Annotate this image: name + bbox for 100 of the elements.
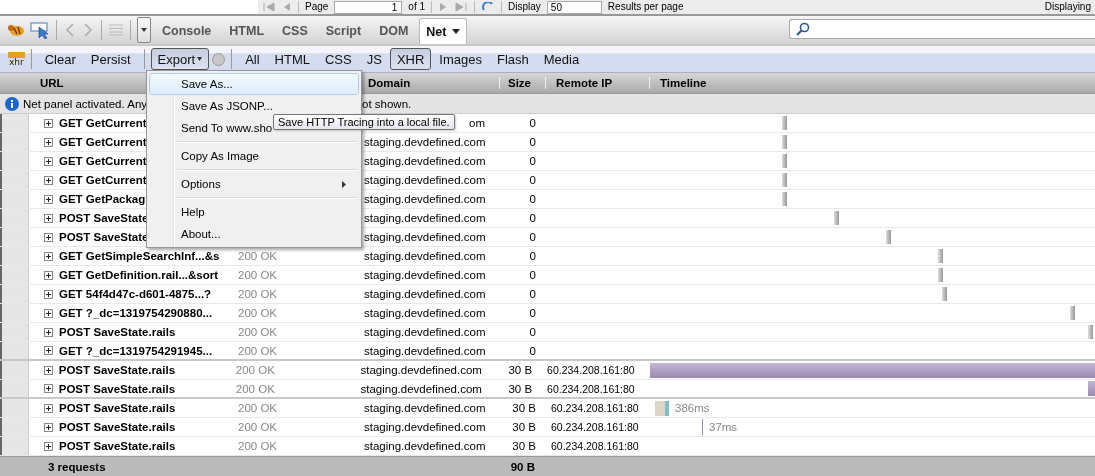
refresh-icon[interactable] — [481, 2, 496, 12]
remote-ip-text: 60.234.208.161:80 — [547, 382, 635, 395]
search-field[interactable] — [789, 19, 1095, 39]
panel-tab[interactable]: Script — [318, 18, 369, 44]
filter-button[interactable]: JS — [359, 48, 389, 70]
request-row[interactable]: POST SaveState.rails 200 OK staging.devdefined.com 30 B 60.234.208.161:80 — [0, 361, 1095, 380]
expand-icon[interactable] — [44, 403, 53, 413]
size-text: 0 — [529, 117, 536, 129]
request-url[interactable]: POST SaveState.rails — [58, 382, 176, 395]
request-row[interactable]: GET GetDefinition.rail...&sort 200 OK staging.devdefined.com 0 — [0, 266, 1095, 285]
expand-icon[interactable] — [44, 175, 53, 185]
request-url[interactable]: GET GetPackag — [59, 193, 146, 205]
cursor-icon[interactable] — [30, 21, 50, 39]
expand-icon[interactable] — [44, 232, 53, 242]
domain-text: staging.devdefined.com — [364, 440, 486, 452]
expand-icon[interactable] — [43, 384, 53, 393]
expand-icon[interactable] — [44, 137, 53, 147]
circle-icon — [212, 52, 226, 66]
panel-tab[interactable]: Net — [419, 18, 467, 44]
filter-button[interactable]: All — [238, 48, 267, 70]
expand-icon[interactable] — [44, 289, 53, 299]
size-text: 0 — [529, 288, 536, 300]
column-header[interactable]: Size — [499, 77, 545, 89]
request-url[interactable]: GET GetCurrent — [59, 136, 147, 148]
request-url[interactable]: GET ?_dc=1319754291945... — [59, 344, 213, 357]
toolbar-button[interactable]: Persist — [83, 48, 138, 70]
request-url[interactable]: POST SaveState — [59, 231, 149, 243]
expand-icon[interactable] — [44, 441, 53, 451]
request-url[interactable]: GET 54f4d47c-d601-4875...? — [59, 288, 212, 300]
display-label: Display — [508, 1, 541, 13]
request-row[interactable]: POST SaveState.rails 200 OK staging.devdefined.com 30 B 60.234.208.161:80 37ms — [0, 418, 1095, 437]
remote-ip-text: 60.234.208.161:80 — [547, 364, 635, 376]
domain-text: staging.devdefined.com — [364, 136, 486, 148]
row-gutter — [0, 342, 29, 359]
panel-tab[interactable]: Console — [155, 18, 219, 44]
domain-text: staging.devdefined.com — [364, 269, 486, 281]
request-row[interactable]: POST SaveState.rails 200 OK staging.devdefined.com 30 B 60.234.208.161:80 386ms — [0, 399, 1095, 418]
request-url[interactable]: POST SaveState.rails — [59, 402, 176, 414]
request-url[interactable]: GET GetSimpleSearchInf...&s — [59, 250, 220, 262]
timing-label: 386ms — [675, 402, 710, 414]
request-url[interactable]: GET GetCurrent — [59, 117, 147, 129]
request-row[interactable]: GET ?_dc=1319754290880... 200 OK staging.devdefined.com 0 — [0, 304, 1095, 323]
expand-icon[interactable] — [44, 346, 53, 355]
request-url[interactable]: GET GetDefinition.rail...&sort — [59, 269, 219, 281]
request-url[interactable]: GET ?_dc=1319754290880... — [59, 307, 213, 319]
menu-item[interactable]: Save As... — [149, 73, 359, 95]
filter-button[interactable]: CSS — [317, 48, 359, 70]
column-header[interactable]: Domain — [362, 77, 499, 89]
request-row[interactable]: POST SaveState.rails 200 OK staging.devdefined.com 30 B 60.234.208.161:80 — [0, 380, 1095, 399]
status-text: 200 OK — [238, 288, 277, 300]
total-size: 90 B — [509, 461, 535, 473]
expand-icon[interactable] — [44, 327, 53, 337]
expand-icon[interactable] — [44, 270, 53, 280]
request-url[interactable]: POST SaveState — [59, 212, 149, 224]
per-page-select[interactable]: 50 — [546, 0, 602, 14]
request-url[interactable]: POST SaveState.rails — [59, 440, 176, 452]
request-row[interactable]: GET 54f4d47c-d601-4875...? 200 OK staging.devdefined.com 0 — [0, 285, 1095, 304]
status-text: 200 OK — [238, 250, 277, 262]
expand-icon[interactable] — [44, 118, 53, 128]
timeline-bar — [1088, 381, 1095, 396]
menu-item[interactable]: Save As JSONP... — [149, 95, 359, 117]
timeline-bar — [886, 230, 891, 244]
expand-icon[interactable] — [44, 422, 53, 432]
timeline-bar — [782, 192, 787, 206]
status-text: 200 OK — [235, 364, 275, 376]
request-url[interactable]: POST SaveState.rails — [59, 421, 176, 433]
request-row[interactable]: GET ?_dc=1319754291945... 200 OK staging.devdefined.com 0 — [0, 342, 1095, 361]
bug-icon[interactable] — [6, 22, 26, 38]
notice-text: Net panel activated. Any — [23, 97, 148, 110]
size-text: 0 — [529, 307, 536, 319]
filter-button[interactable]: Flash — [489, 48, 536, 70]
panel-tab[interactable]: CSS — [275, 18, 315, 44]
expand-icon[interactable] — [44, 156, 53, 166]
request-url[interactable]: POST SaveState.rails — [58, 364, 176, 376]
request-url[interactable]: GET GetCurrent — [59, 155, 147, 167]
request-row[interactable]: POST SaveState.rails 200 OK staging.devdefined.com 0 — [0, 323, 1095, 342]
export-button[interactable]: Export — [150, 48, 210, 70]
filter-button[interactable]: XHR — [389, 48, 432, 70]
filter-button[interactable]: Media — [536, 48, 587, 70]
page-input[interactable]: 1 — [334, 0, 403, 14]
panel-tab[interactable]: DOM — [372, 18, 416, 44]
toolbar-button[interactable]: Clear — [37, 48, 83, 70]
panel-menu-button[interactable] — [137, 17, 151, 43]
request-url[interactable]: POST SaveState.rails — [59, 326, 176, 338]
column-header[interactable]: Timeline — [649, 77, 1095, 89]
timeline-bar — [782, 116, 787, 130]
panel-tab[interactable]: HTML — [222, 18, 272, 44]
request-url[interactable]: GET GetCurrent — [59, 174, 147, 186]
expand-icon[interactable] — [44, 251, 53, 261]
size-text: 0 — [529, 212, 536, 224]
expand-icon[interactable] — [44, 194, 53, 204]
filter-button[interactable]: Images — [432, 48, 489, 70]
domain-text: staging.devdefined.com — [364, 250, 486, 262]
timeline-bar — [702, 419, 703, 435]
expand-icon[interactable] — [44, 213, 53, 223]
expand-icon[interactable] — [43, 365, 53, 375]
expand-icon[interactable] — [44, 308, 53, 318]
filter-button[interactable]: HTML — [267, 48, 317, 70]
tooltip: Save HTTP Tracing into a local file. — [273, 114, 455, 130]
column-header[interactable]: Remote IP — [545, 77, 649, 89]
